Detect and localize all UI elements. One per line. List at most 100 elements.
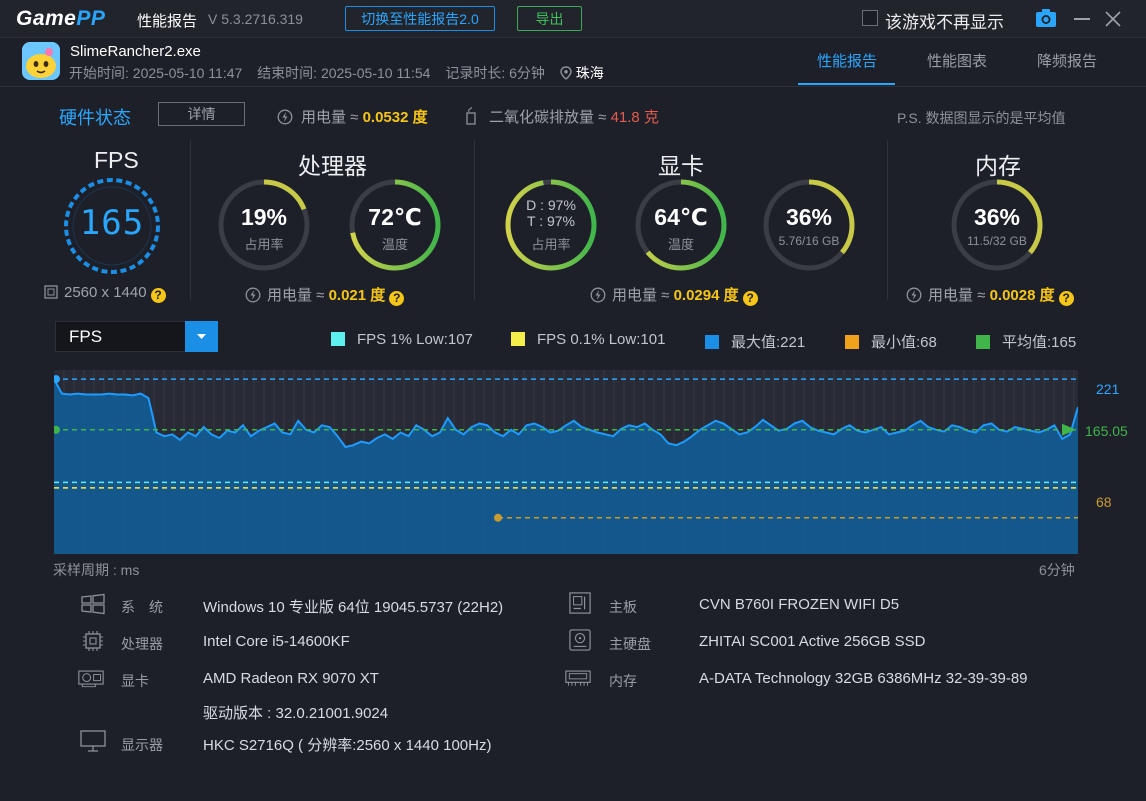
tab-performance-chart[interactable]: 性能图表 — [927, 50, 987, 71]
cpu-key: 处理器 — [121, 636, 163, 652]
power-icon — [906, 287, 922, 303]
memory-usage-sub: 11.5/32 GB — [967, 234, 1027, 248]
gpu-value: AMD Radeon RX 9070 XT — [203, 670, 379, 687]
cpu-icon — [83, 631, 103, 651]
tab-throttle-report[interactable]: 降频报告 — [1037, 50, 1097, 71]
hide-game-checkbox[interactable] — [862, 10, 878, 26]
chart-note: P.S. 数据图显示的是平均值 — [897, 110, 1066, 126]
cpu-temp-gauge: 72℃ 温度 — [348, 178, 442, 272]
gpu-key: 显卡 — [121, 673, 149, 689]
window-title: 性能报告 — [137, 13, 198, 30]
monitor-value: HKC S2716Q ( 分辨率:2560 x 1440 100Hz) — [203, 737, 492, 754]
legend-01pct-low: FPS 0.1% Low:101 — [511, 331, 665, 348]
fps-resolution: 2560 x 1440? — [44, 284, 166, 303]
tab-performance-report[interactable]: 性能报告 — [817, 50, 877, 71]
x-axis-end-label: 6分钟 — [1039, 562, 1075, 578]
divider — [190, 140, 191, 300]
cpu-usage-label: 占用率 — [244, 237, 284, 252]
header-divider — [0, 86, 1146, 87]
memory-power: 用电量 ≈ 0.0028 度? — [906, 284, 1074, 306]
min-marker — [494, 513, 502, 522]
gpu-title: 显卡 — [658, 153, 704, 179]
legend-1pct-low: FPS 1% Low:107 — [331, 331, 473, 348]
gpu-t-usage: T : 97% — [527, 213, 575, 229]
fps-gauge: 165 — [62, 176, 162, 276]
camera-icon[interactable] — [1035, 8, 1057, 28]
record-duration: 记录时长: 6分钟 — [445, 65, 545, 81]
cpu-usage-value: 19% — [240, 204, 288, 230]
min-value-label: 68 — [1096, 494, 1112, 510]
fps-chart — [54, 370, 1078, 554]
co2-emission: 二氧化碳排放量 ≈ 41.8 克 — [465, 106, 659, 127]
memory-value: A-DATA Technology 32GB 6386MHz 32-39-39-… — [699, 670, 1028, 687]
windows-icon — [81, 593, 105, 615]
divider — [887, 140, 888, 300]
memory-title: 内存 — [975, 153, 1021, 179]
detail-button[interactable]: 详情 — [158, 102, 245, 126]
help-icon[interactable]: ? — [389, 291, 405, 306]
legend-max: 最大值:221 — [705, 331, 805, 352]
motherboard-icon — [569, 592, 591, 614]
resolution-icon — [44, 285, 58, 299]
os-value: Windows 10 专业版 64位 19045.5737 (22H2) — [203, 599, 504, 616]
help-icon[interactable]: ? — [150, 288, 166, 303]
graphics-card-icon — [78, 670, 104, 688]
cpu-temp-value: 72℃ — [368, 204, 422, 230]
export-button[interactable]: 导出 — [517, 6, 582, 31]
power-icon — [245, 287, 261, 303]
game-icon — [22, 42, 60, 80]
memory-usage-value: 36% — [973, 204, 1021, 230]
avg-value-label: 165.05 — [1085, 423, 1128, 439]
active-tab-indicator — [798, 83, 895, 85]
location-icon — [560, 66, 572, 80]
gpu-vram-gauge: 36% 5.76/16 GB — [762, 178, 856, 272]
game-meta: 开始时间: 2025-05-10 11:47 结束时间: 2025-05-10 … — [69, 63, 615, 83]
gamepp-logo: GamePP — [16, 7, 106, 30]
driver-version: 驱动版本 : 32.0.21001.9024 — [203, 705, 389, 722]
location-label: 珠海 — [575, 65, 604, 81]
motherboard-value: CVN B760I FROZEN WIFI D5 — [699, 596, 900, 613]
switch-report-button[interactable]: 切换至性能报告2.0 — [345, 6, 495, 31]
cpu-power: 用电量 ≈ 0.021 度? — [245, 284, 405, 306]
help-icon[interactable]: ? — [1058, 291, 1074, 306]
memory-usage-gauge: 36% 11.5/32 GB — [950, 178, 1044, 272]
cpu-temp-label: 温度 — [381, 237, 408, 252]
motherboard-key: 主板 — [609, 599, 637, 615]
os-key: 系 统 — [121, 599, 163, 615]
gpu-temp-label: 温度 — [667, 237, 694, 252]
legend-avg: 平均值:165 — [976, 331, 1076, 352]
fps-value: 165 — [79, 203, 145, 243]
x-axis-start-label: 采样周期 : ms — [53, 562, 140, 578]
end-time: 结束时间: 2025-05-10 11:54 — [257, 65, 431, 81]
memory-icon — [565, 670, 591, 686]
help-icon[interactable]: ? — [742, 291, 758, 306]
monitor-key: 显示器 — [121, 737, 163, 753]
cpu-title: 处理器 — [298, 153, 367, 179]
hard-drive-key: 主硬盘 — [609, 636, 651, 652]
memory-key: 内存 — [609, 673, 637, 689]
game-name: SlimeRancher2.exe — [70, 43, 201, 60]
fps-title: FPS — [94, 147, 139, 173]
hide-game-label[interactable]: 该游戏不再显示 — [885, 8, 1004, 33]
start-time: 开始时间: 2025-05-10 11:47 — [69, 65, 243, 81]
gpu-temp-value: 64℃ — [654, 204, 708, 230]
legend-min: 最小值:68 — [845, 331, 937, 352]
gpu-vram-value: 36% — [785, 204, 833, 230]
hard-drive-icon — [569, 629, 591, 651]
hard-drive-value: ZHITAI SC001 Active 256GB SSD — [699, 633, 926, 650]
version-label: V 5.3.2716.319 — [208, 11, 303, 27]
metric-select-toggle[interactable] — [185, 321, 218, 352]
cpu-usage-gauge: 19% 占用率 — [217, 178, 311, 272]
gpu-d-usage: D : 97% — [526, 197, 576, 213]
gpu-vram-sub: 5.76/16 GB — [778, 234, 840, 248]
hardware-status-title: 硬件状态 — [59, 108, 131, 128]
monitor-icon — [80, 730, 106, 752]
divider — [474, 140, 475, 300]
metric-select-value[interactable]: FPS — [69, 327, 102, 347]
gpu-usage-gauge: D : 97% T : 97% 占用率 — [504, 178, 598, 272]
power-icon — [590, 287, 606, 303]
minimize-icon[interactable] — [1074, 18, 1090, 20]
gpu-usage-label: 占用率 — [531, 237, 571, 252]
chimney-icon — [466, 106, 476, 125]
close-icon[interactable] — [1103, 9, 1123, 29]
